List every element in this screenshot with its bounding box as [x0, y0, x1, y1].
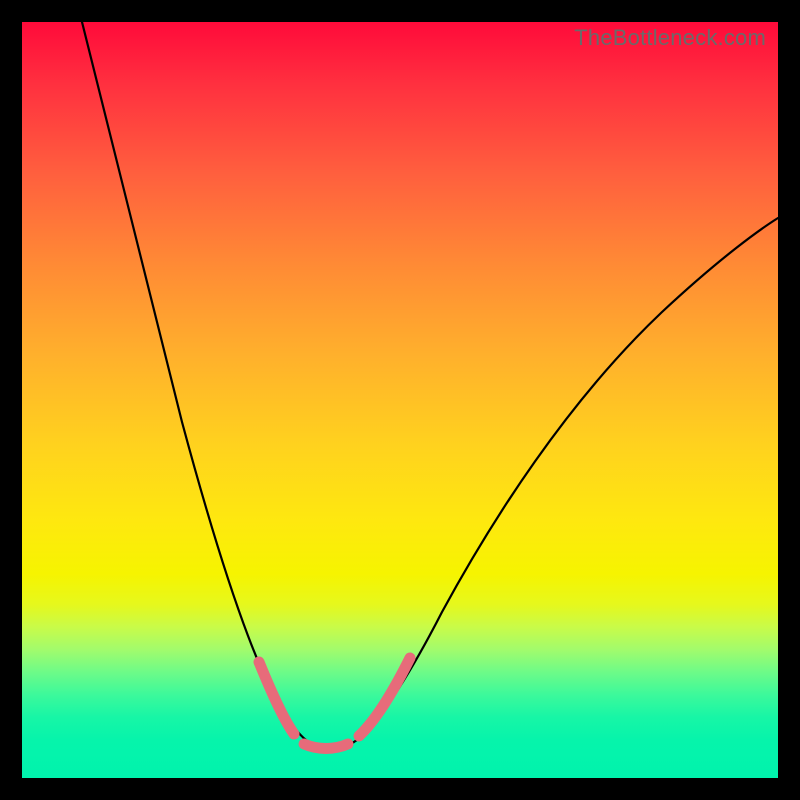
- trough-highlight-bottom: [304, 744, 348, 749]
- bottleneck-plot: [22, 22, 778, 778]
- chart-frame: TheBottleneck.com: [22, 22, 778, 778]
- trough-highlight-left: [259, 662, 294, 734]
- bottleneck-curve: [82, 22, 778, 748]
- trough-highlight-right: [359, 658, 410, 736]
